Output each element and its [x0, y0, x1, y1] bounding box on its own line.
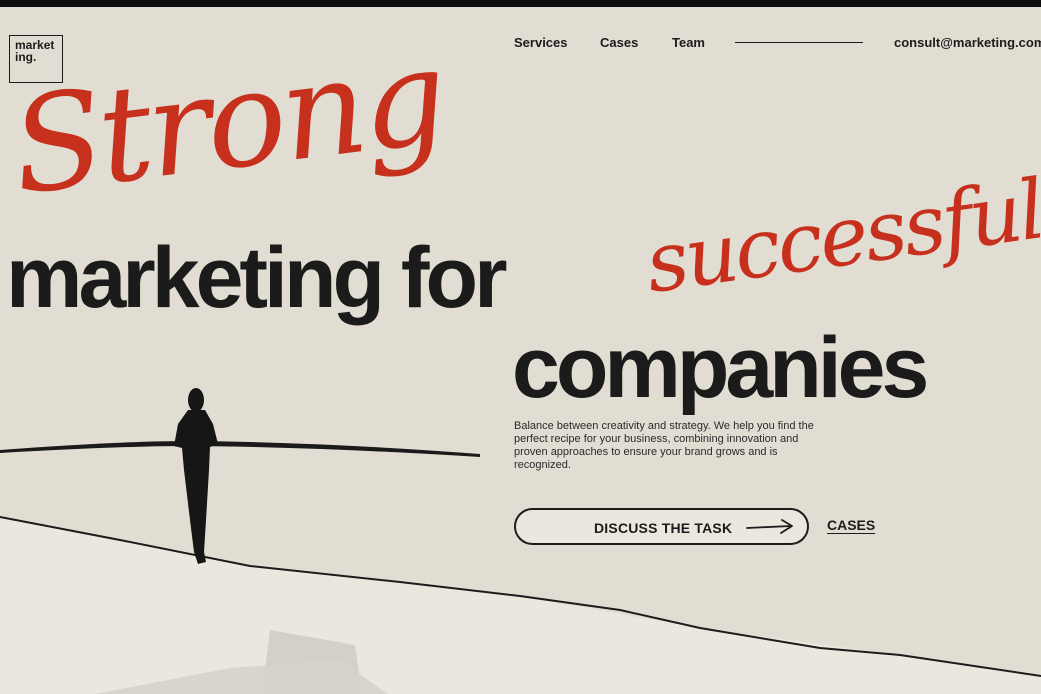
hero-description: Balance between creativity and strategy.…	[514, 420, 814, 471]
hero-headline-line-2: companies	[512, 320, 929, 416]
nav-item-cases[interactable]: Cases	[600, 35, 638, 50]
discuss-task-button[interactable]: DISCUSS THE TASK	[514, 508, 809, 545]
email-link[interactable]: consult@marketing.com	[894, 35, 1041, 50]
logo-line-2: ing.	[15, 50, 37, 64]
nav-item-services[interactable]: Services	[514, 35, 568, 50]
discuss-task-label: DISCUSS THE TASK	[594, 520, 733, 536]
nav-item-team[interactable]: Team	[672, 35, 705, 50]
figure-silhouette	[174, 388, 218, 564]
hero-headline-line-1: marketing for	[6, 230, 508, 326]
cases-link[interactable]: CASES	[827, 517, 875, 533]
main-nav: Services Cases Team consult@marketing.co…	[0, 35, 1041, 51]
arrow-right-icon	[746, 519, 793, 534]
nav-divider	[735, 42, 863, 43]
